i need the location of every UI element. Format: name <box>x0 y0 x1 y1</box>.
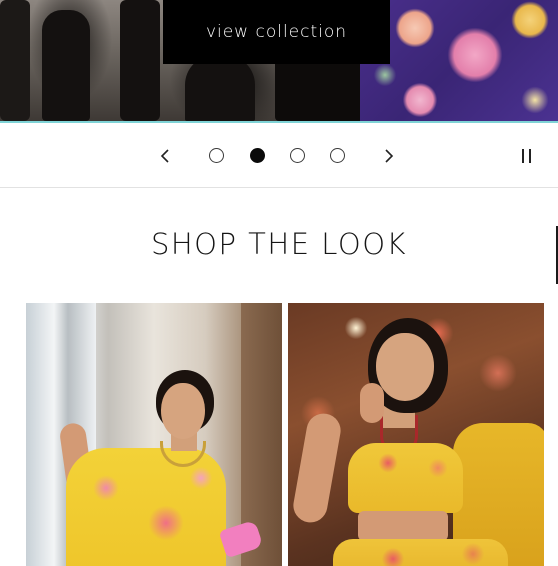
pause-button[interactable] <box>512 123 540 188</box>
chevron-right-icon <box>385 148 394 163</box>
model-face <box>376 333 434 401</box>
hero-decor-pillar <box>42 10 90 121</box>
hero-decor-pillar <box>0 0 30 121</box>
view-collection-button[interactable]: view collection <box>163 0 390 64</box>
yellow-floral-lehenga <box>333 539 508 566</box>
chevron-left-icon <box>160 148 169 163</box>
product-card-2[interactable] <box>288 303 544 566</box>
carousel-dot-1[interactable] <box>206 123 226 188</box>
hero-decor-pillar <box>120 0 160 121</box>
hero-decor-pillar <box>185 55 255 121</box>
carousel-dot-3[interactable] <box>287 123 307 188</box>
hero-decor-pillar <box>275 60 365 121</box>
yellow-floral-dress <box>66 448 226 566</box>
hero-banner: view collection <box>0 0 558 121</box>
yellow-floral-blouse <box>348 443 463 513</box>
carousel-prev-button[interactable] <box>150 123 180 188</box>
carousel-dot-2[interactable] <box>247 123 267 188</box>
product-card-1[interactable] <box>26 303 282 566</box>
model-waist <box>358 511 448 541</box>
carousel-controls <box>0 123 558 188</box>
raised-arm <box>290 410 344 526</box>
pause-icon <box>521 148 524 163</box>
carousel-next-button[interactable] <box>374 123 404 188</box>
hand-at-cheek <box>360 383 384 423</box>
carousel-dot-4[interactable] <box>327 123 347 188</box>
section-title: SHOP THE LOOK <box>150 227 408 261</box>
pause-icon <box>528 148 531 163</box>
model-face <box>161 383 205 439</box>
